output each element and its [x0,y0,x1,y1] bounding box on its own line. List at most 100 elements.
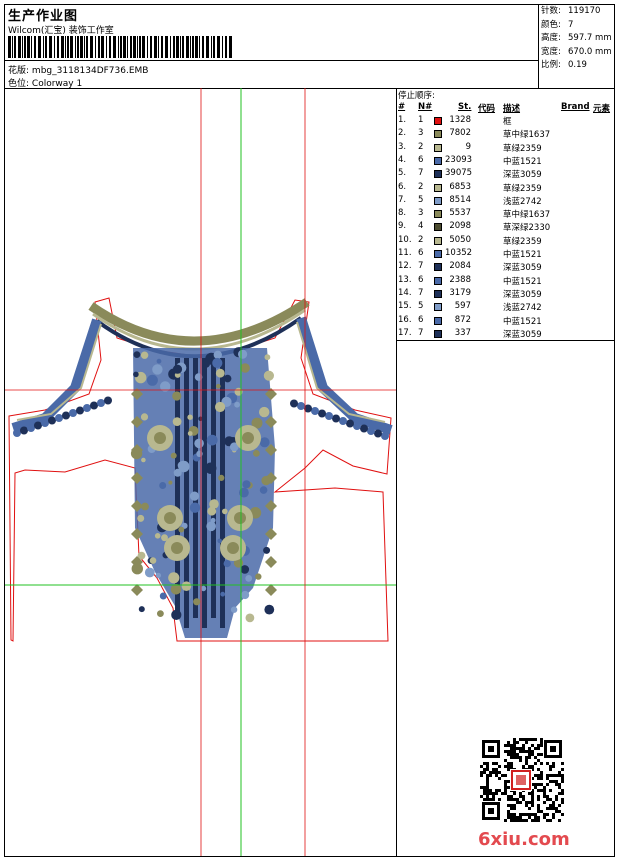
table-row: 1. 1 1328 框 [398,115,598,128]
row-number: 12. [398,261,412,272]
row-number: 15. [398,301,412,312]
col-header-code: 代码 [478,104,496,114]
table-row: 5. 7 39075 深蓝3059 [398,168,598,181]
stitch-count: 6853 [449,181,471,192]
row-number: 13. [398,274,412,285]
needle-number: 2 [418,234,424,245]
color-swatch [434,223,442,232]
thread-description: 草中绿1637 [503,130,551,141]
color-swatch [434,303,442,312]
color-swatch [434,143,442,152]
stitch-count: 7802 [449,128,471,139]
table-row: 2. 3 7802 草中绿1637 [398,128,598,141]
thread-description: 深蓝3059 [503,263,542,274]
color-swatch [434,117,442,125]
thread-description: 中蓝1521 [503,316,542,327]
col-header-brand: Brand [561,102,590,112]
needle-number: 7 [418,287,424,298]
qr-code-icon [480,738,564,822]
color-swatch [434,170,442,179]
table-row: 6. 2 6853 草绿2359 [398,182,598,195]
thread-description: 中蓝1521 [503,276,542,287]
needle-number: 1 [418,115,424,125]
needle-number: 3 [418,208,424,219]
row-number: 3. [398,141,407,152]
needle-number: 6 [418,314,424,325]
design-file-name: mbg_3118134DF736.EMB [31,66,149,76]
color-swatch [434,276,442,285]
row-number: 6. [398,181,407,192]
row-number: 14. [398,287,412,298]
table-row: 10. 2 5050 草绿2359 [398,235,598,248]
stitch-count: 2084 [449,261,471,272]
stitch-count: 872 [454,314,471,325]
thread-description: 中蓝1521 [503,156,542,167]
red-seal-icon [510,769,532,791]
needle-number: 7 [418,168,424,179]
stitch-count: 5050 [449,234,471,245]
needle-number: 6 [418,248,424,258]
table-row: 17. 7 337 深蓝3059 [398,328,598,341]
color-swatch [434,250,442,258]
stitch-count: 3179 [449,287,471,298]
color-swatch [434,210,442,219]
thread-description: 框 [503,117,512,127]
stitch-count: 1328 [449,115,471,125]
table-row: 3. 2 9 草绿2359 [398,142,598,155]
color-swatch [434,130,442,139]
needle-number: 3 [418,128,424,139]
needle-number: 7 [418,261,424,272]
needle-number: 2 [418,141,424,152]
needle-number: 2 [418,181,424,192]
stitch-count: 23093 [445,154,473,165]
divider [4,60,538,61]
thread-description: 深蓝3059 [503,329,542,340]
table-row: 12. 7 2084 深蓝3059 [398,261,598,274]
color-swatch [434,236,442,245]
col-header-needle: N# [418,102,433,112]
design-label: 花版: [8,66,30,76]
thread-description: 草绿2359 [503,183,542,194]
color-swatch [434,289,442,298]
row-number: 10. [398,234,412,245]
needle-number: 6 [418,154,424,165]
row-number: 8. [398,208,407,219]
row-number: 4. [398,154,407,165]
stat-stitches: 针数: 119170 [541,6,601,16]
table-row: 4. 6 23093 中蓝1521 [398,155,598,168]
row-number: 2. [398,128,407,139]
stitch-count: 10352 [445,248,473,258]
table-row: 7. 5 8514 浅蓝2742 [398,195,598,208]
thread-description: 草中绿1637 [503,210,551,221]
needle-number: 7 [418,327,424,338]
thread-description: 浅蓝2742 [503,196,542,207]
watermark-logo: 6xiu.com [478,829,570,850]
stop-sequence-title: 停止顺序: [398,91,435,101]
col-header-description: 描述 [503,104,521,114]
table-row: 16. 6 872 中蓝1521 [398,315,598,328]
stitch-count: 5537 [449,208,471,219]
embroidery-preview [5,88,396,856]
needle-number: 4 [418,221,424,232]
thread-description: 中蓝1521 [503,250,542,260]
stat-scale: 比例: 0.19 [541,60,587,70]
barcode-icon [8,36,232,58]
row-number: 17. [398,327,412,338]
stitch-count: 2388 [449,274,471,285]
needle-number: 6 [418,274,424,285]
col-header-hash: # [398,102,406,112]
stat-height: 高度: 597.7 mm [541,33,612,43]
table-row: 8. 3 5537 草中绿1637 [398,208,598,221]
thread-description: 浅蓝2742 [503,303,542,314]
row-number: 11. [398,248,412,258]
stitch-count: 597 [454,301,471,312]
table-row: 9. 4 2098 草深绿2330 [398,221,598,234]
stitch-count: 8514 [449,194,471,205]
thread-description: 深蓝3059 [503,170,542,181]
table-row: 14. 7 3179 深蓝3059 [398,288,598,301]
thread-description: 草深绿2330 [503,223,551,234]
thread-description: 草绿2359 [503,143,542,154]
color-swatch [434,329,442,338]
design-file-line: 花版: mbg_3118134DF736.EMB [8,63,148,76]
table-row: 13. 6 2388 中蓝1521 [398,275,598,288]
